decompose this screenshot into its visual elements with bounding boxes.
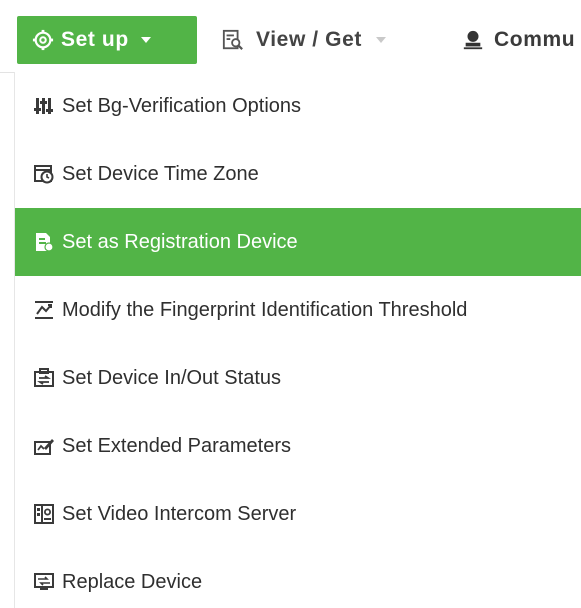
menu-item-label: Set Bg-Verification Options	[62, 94, 302, 117]
menu-item-modify-fingerprint-threshold[interactable]: Modify the Fingerprint Identification Th…	[15, 276, 581, 344]
menu-item-label: Set as Registration Device	[62, 230, 298, 253]
app-frame: Set up View / Get Commu Set Bg-Verificat…	[0, 0, 581, 608]
menu-item-label: Set Device Time Zone	[62, 162, 259, 185]
gear-icon	[32, 29, 54, 51]
replace-device-icon	[34, 573, 54, 590]
setup-dropdown-button[interactable]: Set up	[17, 16, 197, 64]
chevron-down-icon	[140, 37, 151, 43]
menu-item-set-extended-parameters[interactable]: Set Extended Parameters	[15, 412, 581, 480]
setup-label: Set up	[61, 28, 129, 51]
search-document-icon	[222, 29, 243, 50]
threshold-icon	[35, 301, 53, 319]
menu-item-replace-device[interactable]: Replace Device	[15, 548, 581, 608]
menu-item-set-device-time-zone[interactable]: Set Device Time Zone	[15, 140, 581, 208]
menu-item-label: Set Video Intercom Server	[62, 502, 297, 525]
menu-item-label: Set Device In/Out Status	[62, 366, 281, 389]
chevron-down-icon	[376, 37, 386, 43]
menu-item-label: Modify the Fingerprint Identification Th…	[62, 298, 468, 321]
menu-item-set-bg-verification-options[interactable]: Set Bg-Verification Options	[15, 72, 581, 140]
menu-item-set-device-in-out-status[interactable]: Set Device In/Out Status	[15, 344, 581, 412]
extended-parameters-icon	[34, 439, 54, 455]
view-get-label: View / Get	[256, 28, 362, 51]
communication-dropdown-button[interactable]: Commu	[462, 16, 575, 64]
toolbar: Set up View / Get Commu	[0, 0, 581, 73]
sliders-icon	[34, 98, 53, 114]
menu-item-set-as-registration-device[interactable]: Set as Registration Device	[15, 208, 581, 276]
menu-item-set-video-intercom-server[interactable]: Set Video Intercom Server	[15, 480, 581, 548]
person-icon	[463, 30, 483, 50]
video-intercom-icon	[34, 504, 54, 524]
registration-document-icon	[36, 233, 54, 252]
menu-item-label: Set Extended Parameters	[62, 434, 292, 457]
view-get-dropdown-button[interactable]: View / Get	[222, 16, 386, 64]
clock-icon	[34, 165, 54, 184]
setup-dropdown-menu: Set Bg-Verification Options Set Device T…	[14, 72, 581, 608]
menu-item-label: Replace Device	[62, 570, 203, 593]
communication-label: Commu	[494, 28, 576, 51]
in-out-icon	[34, 368, 54, 387]
